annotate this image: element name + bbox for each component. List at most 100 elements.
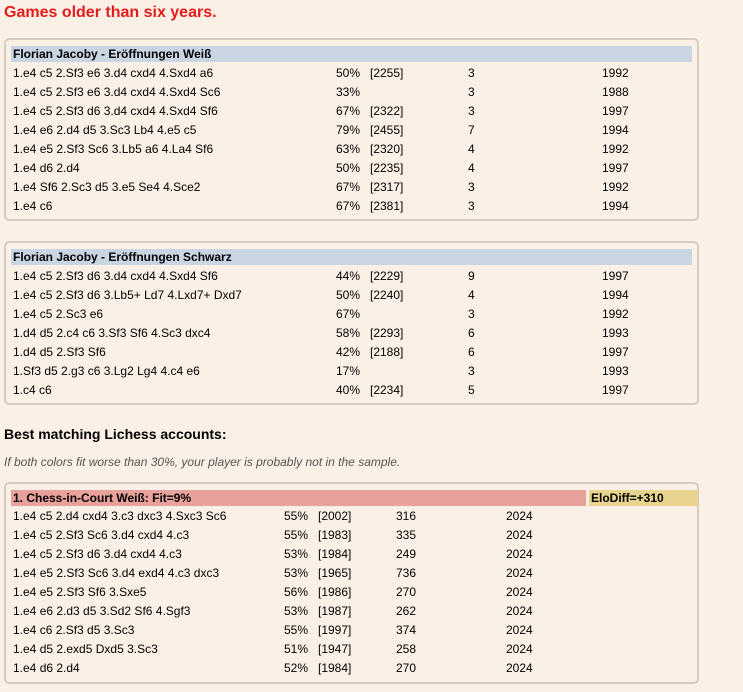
lichess-account-panel: 1. Chess-in-Court Weiß: Fit=9% EloDiff=+… [4, 482, 699, 684]
last-year: 2024 [506, 642, 533, 656]
average-elo: [2381] [370, 199, 404, 213]
table-row: 1.e4 d5 2.exd5 Dxd5 3.Sc3 51% [1947] 258 202… [6, 640, 697, 659]
score-percent: 79% [336, 123, 361, 137]
table-row: 1.e4 d6 2.d4 50% [2235] 4 1997 [6, 159, 697, 178]
opening-moves: 1.e4 Sf6 2.Sc3 d5 3.e5 Se4 4.Sce2 [13, 180, 201, 194]
game-count: 374 [396, 623, 417, 637]
table-row: 1.c4 c6 40% [2234] 5 1997 [6, 381, 697, 400]
score-percent: 51% [284, 642, 309, 656]
last-year: 1997 [602, 269, 629, 283]
score-percent: 58% [336, 326, 361, 340]
table-row: 1.e4 e5 2.Sf3 Sf6 3.Sxe5 56% [1986] 270 2024 [6, 583, 697, 602]
table-row: 1.e4 c5 2.Sc3 e6 67% 3 1992 [6, 305, 697, 324]
table-row: 1.e4 c5 2.Sf3 e6 3.d4 cxd4 4.Sxd4 a6 50% [… [6, 64, 697, 83]
table-row: 1.e4 c6 2.Sf3 d5 3.Sc3 55% [1997] 374 2024 [6, 621, 697, 640]
score-percent: 53% [284, 566, 309, 580]
opening-moves: 1.e4 c5 2.Sf3 e6 3.d4 cxd4 4.Sxd4 a6 [13, 66, 214, 80]
table-row: 1.e4 c6 67% [2381] 3 1994 [6, 197, 697, 216]
opening-moves: 1.e4 d6 2.d4 [13, 661, 80, 675]
opening-moves: 1.c4 c6 [13, 383, 52, 397]
score-percent: 67% [336, 180, 361, 194]
game-count: 3 [468, 66, 475, 80]
score-percent: 67% [336, 104, 361, 118]
game-count: 9 [468, 269, 475, 283]
last-year: 2024 [506, 661, 533, 675]
score-percent: 17% [336, 364, 361, 378]
last-year: 1992 [602, 66, 629, 80]
score-percent: 53% [284, 547, 309, 561]
game-count: 7 [468, 123, 475, 137]
table-row: 1.Sf3 d5 2.g3 c6 3.Lg2 Lg4 4.c4 e6 17% 3 19… [6, 362, 697, 381]
black-openings-title: Florian Jacoby - Eröffnungen Schwarz [11, 249, 692, 265]
score-percent: 55% [284, 623, 309, 637]
opening-moves: 1.e4 c5 2.d4 cxd4 3.c3 dxc3 4.Sxc3 Sc6 [13, 509, 227, 523]
table-row: 1.e4 c5 2.Sf3 d6 3.Lb5+ Ld7 4.Lxd7+ Dxd7… [6, 286, 697, 305]
last-year: 1994 [602, 123, 629, 137]
game-count: 4 [468, 161, 475, 175]
average-elo: [1983] [318, 528, 352, 542]
age-warning: Games older than six years. [4, 4, 217, 21]
table-row: 1.e4 c5 2.Sf3 d6 3.d4 cxd4 4.Sxd4 Sf6 67%… [6, 102, 697, 121]
last-year: 1997 [602, 161, 629, 175]
average-elo: [1947] [318, 642, 352, 656]
account-title: 1. Chess-in-Court Weiß: Fit=9% [11, 490, 586, 506]
game-count: 270 [396, 661, 417, 675]
score-percent: 42% [336, 345, 361, 359]
last-year: 1994 [602, 288, 629, 302]
game-count: 736 [396, 566, 417, 580]
last-year: 1997 [602, 383, 629, 397]
last-year: 2024 [506, 547, 533, 561]
game-count: 4 [468, 142, 475, 156]
opening-moves: 1.e4 e5 2.Sf3 Sc6 3.d4 exd4 4.c3 dxc3 [13, 566, 220, 580]
table-row: 1.d4 d5 2.Sf3 Sf6 42% [2188] 6 1997 [6, 343, 697, 362]
game-count: 262 [396, 604, 417, 618]
last-year: 2024 [506, 604, 533, 618]
opening-moves: 1.e4 c5 2.Sc3 e6 [13, 307, 104, 321]
last-year: 1992 [602, 307, 629, 321]
average-elo: [2229] [370, 269, 404, 283]
average-elo: [2188] [370, 345, 404, 359]
game-count: 316 [396, 509, 417, 523]
last-year: 2024 [506, 623, 533, 637]
score-percent: 40% [336, 383, 361, 397]
opening-moves: 1.e4 e5 2.Sf3 Sf6 3.Sxe5 [13, 585, 147, 599]
table-row: 1.e4 e6 2.d3 d5 3.Sd2 Sf6 4.Sgf3 53% [1987… [6, 602, 697, 621]
average-elo: [2234] [370, 383, 404, 397]
average-elo: [1984] [318, 661, 352, 675]
score-percent: 50% [336, 161, 361, 175]
game-count: 3 [468, 104, 475, 118]
opening-moves: 1.e4 c5 2.Sf3 d6 3.d4 cxd4 4.c3 [13, 547, 182, 561]
last-year: 1994 [602, 199, 629, 213]
score-percent: 67% [336, 199, 361, 213]
average-elo: [2235] [370, 161, 404, 175]
opening-moves: 1.e4 c6 2.Sf3 d5 3.Sc3 [13, 623, 135, 637]
lichess-heading: Best matching Lichess accounts: [4, 426, 227, 442]
table-row: 1.e4 e5 2.Sf3 Sc6 3.d4 exd4 4.c3 dxc3 53%… [6, 564, 697, 583]
average-elo: [2317] [370, 180, 404, 194]
table-row: 1.e4 c5 2.Sf3 e6 3.d4 cxd4 4.Sxd4 Sc6 33%… [6, 83, 697, 102]
table-row: 1.e4 Sf6 2.Sc3 d5 3.e5 Se4 4.Sce2 67% [231… [6, 178, 697, 197]
game-count: 4 [468, 288, 475, 302]
opening-moves: 1.e4 e5 2.Sf3 Sc6 3.Lb5 a6 4.La4 Sf6 [13, 142, 214, 156]
game-count: 270 [396, 585, 417, 599]
elo-diff-badge: EloDiff=+310 [589, 490, 698, 506]
opening-moves: 1.Sf3 d5 2.g3 c6 3.Lg2 Lg4 4.c4 e6 [13, 364, 200, 378]
last-year: 1997 [602, 345, 629, 359]
last-year: 1992 [602, 142, 629, 156]
opening-moves: 1.e4 e6 2.d3 d5 3.Sd2 Sf6 4.Sgf3 [13, 604, 191, 618]
last-year: 2024 [506, 509, 533, 523]
last-year: 1997 [602, 104, 629, 118]
average-elo: [2320] [370, 142, 404, 156]
score-percent: 44% [336, 269, 361, 283]
score-percent: 50% [336, 66, 361, 80]
table-row: 1.e4 c5 2.d4 cxd4 3.c3 dxc3 4.Sxc3 Sc6 55… [6, 507, 697, 526]
game-count: 258 [396, 642, 417, 656]
table-row: 1.d4 d5 2.c4 c6 3.Sf3 Sf6 4.Sc3 dxc4 58% [… [6, 324, 697, 343]
last-year: 1992 [602, 180, 629, 194]
white-openings-title: Florian Jacoby - Eröffnungen Weiß [11, 46, 692, 62]
score-percent: 67% [336, 307, 361, 321]
opening-moves: 1.e4 c5 2.Sf3 d6 3.Lb5+ Ld7 4.Lxd7+ Dxd7 [13, 288, 242, 302]
table-row: 1.e4 d6 2.d4 52% [1984] 270 2024 [6, 659, 697, 678]
score-percent: 55% [284, 509, 309, 523]
score-percent: 63% [336, 142, 361, 156]
